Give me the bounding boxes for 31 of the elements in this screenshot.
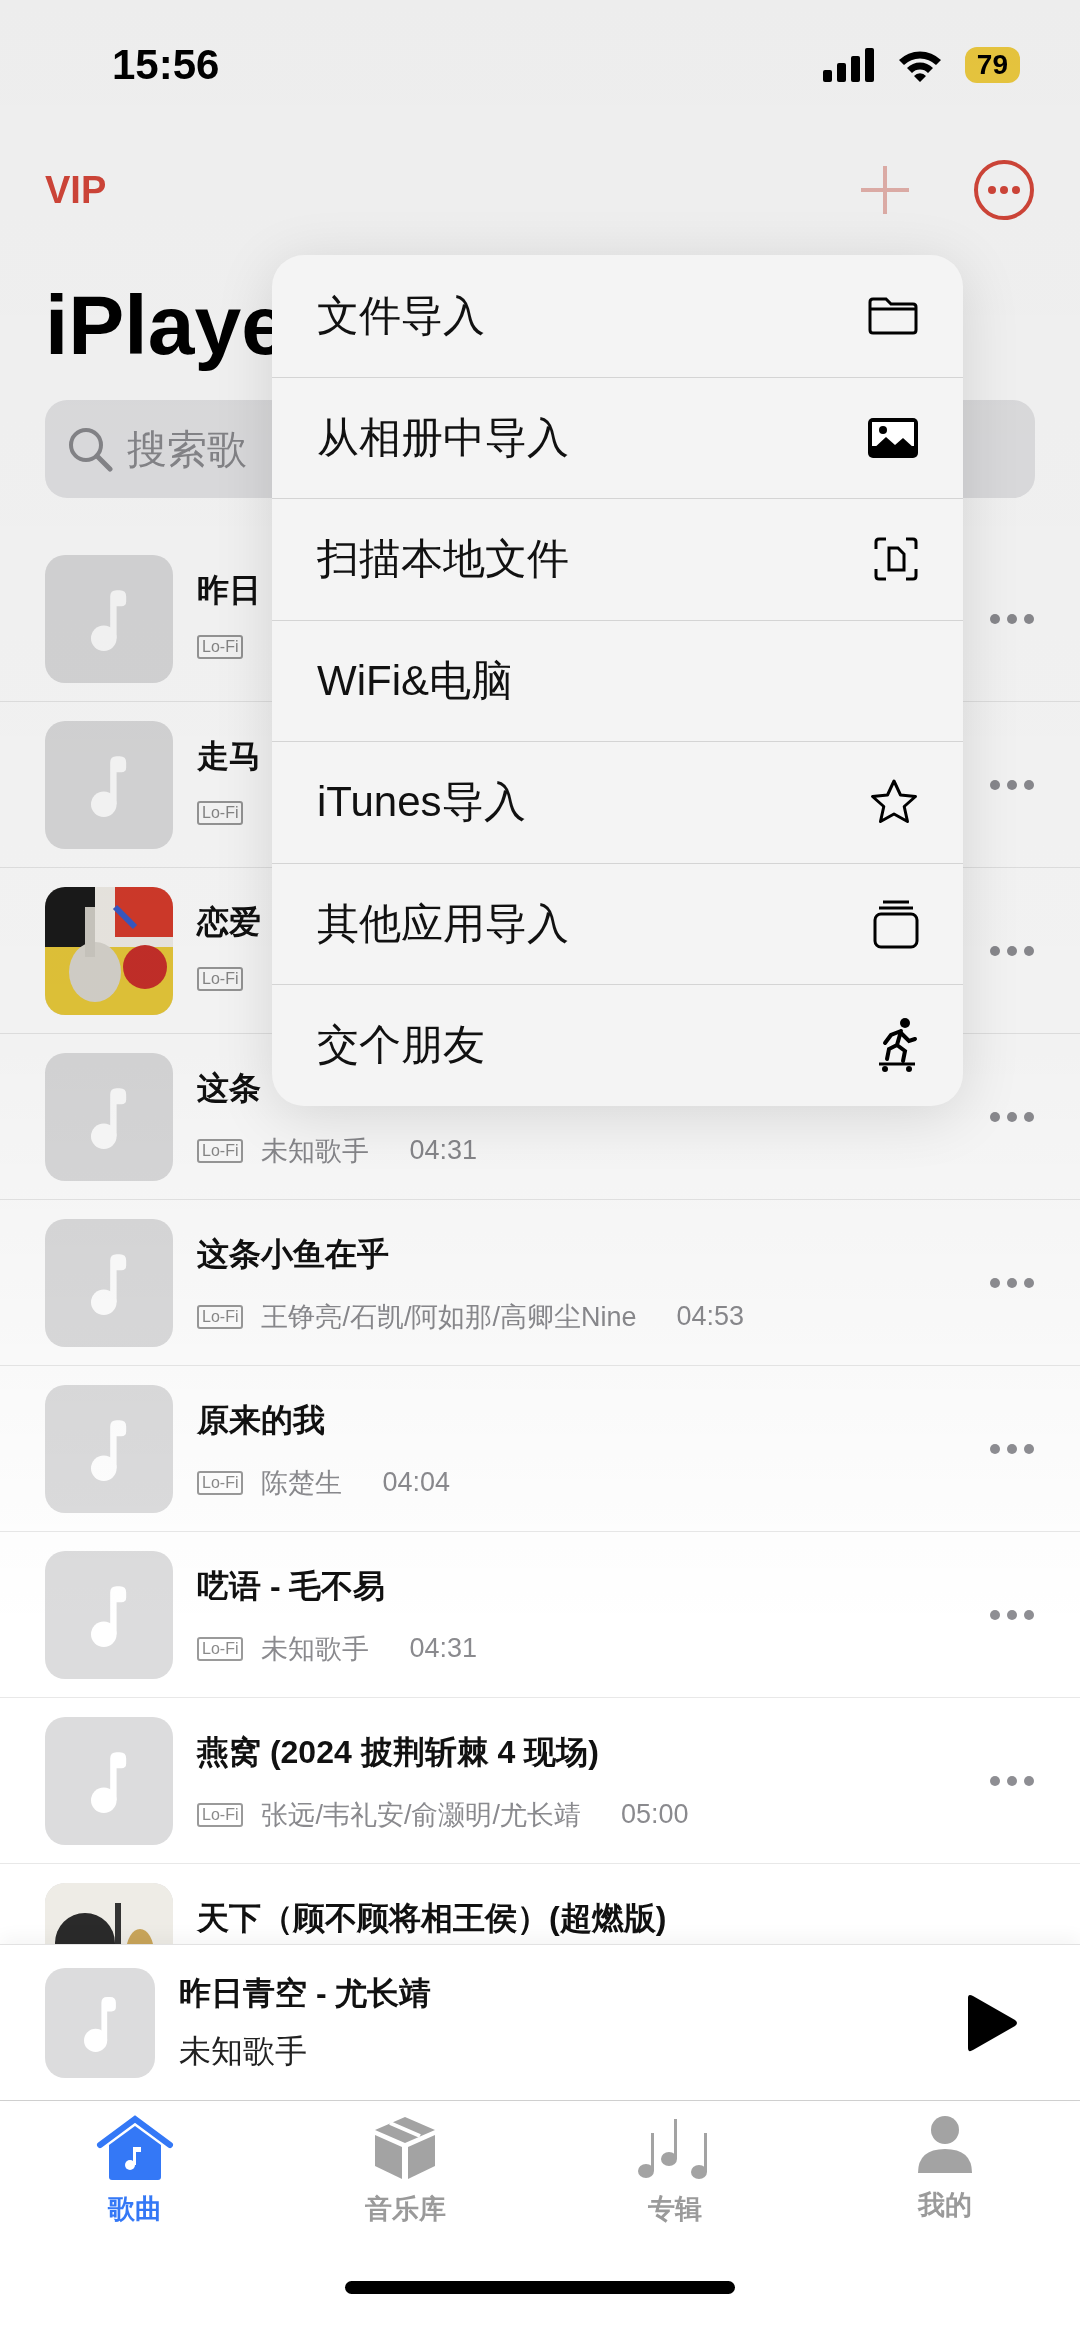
status-time: 15:56 xyxy=(112,41,220,89)
song-duration: 04:31 xyxy=(409,1135,478,1166)
quality-tag: Lo-Fi xyxy=(197,966,244,991)
song-duration: 04:04 xyxy=(382,1467,451,1498)
now-playing-artist: 未知歌手 xyxy=(179,2031,308,2071)
song-artist: 张远/韦礼安/俞灏明/尤长靖 xyxy=(261,1798,581,1832)
song-title: 这条小鱼在乎 xyxy=(197,1234,389,1274)
song-duration: 05:00 xyxy=(620,1799,689,1830)
song-title: 原来的我 xyxy=(197,1400,325,1440)
quality-tag: Lo-Fi xyxy=(197,1304,244,1329)
battery-level: 79 xyxy=(964,47,1020,83)
song-title: 走马 xyxy=(197,736,261,776)
song-title: 恋爱 xyxy=(197,902,261,942)
song-title: 燕窝 (2024 披荆斩棘 4 现场) xyxy=(197,1732,599,1772)
now-playing-title: 昨日青空 - 尤长靖 xyxy=(179,1973,433,2013)
song-artist: 未知歌手 xyxy=(261,1632,370,1666)
quality-tag: Lo-Fi xyxy=(197,1636,244,1661)
quality-tag: Lo-Fi xyxy=(197,1138,244,1163)
song-title: 呓语 - 毛不易 xyxy=(197,1566,386,1606)
song-title: 昨日 xyxy=(197,570,261,610)
quality-tag: Lo-Fi xyxy=(197,800,244,825)
song-duration: 04:53 xyxy=(676,1301,745,1332)
song-artist: 未知歌手 xyxy=(261,1134,370,1168)
song-title: 这条 xyxy=(197,1068,261,1108)
quality-tag: Lo-Fi xyxy=(197,634,244,659)
song-artist: 陈楚生 xyxy=(261,1466,343,1500)
song-title: 天下（顾不顾将相王侯）(超燃版) xyxy=(197,1898,667,1938)
quality-tag: Lo-Fi xyxy=(197,1802,244,1827)
song-duration: 04:31 xyxy=(409,1633,478,1664)
song-artist: 王铮亮/石凯/阿如那/高卿尘Nine xyxy=(261,1300,637,1334)
quality-tag: Lo-Fi xyxy=(197,1470,244,1495)
